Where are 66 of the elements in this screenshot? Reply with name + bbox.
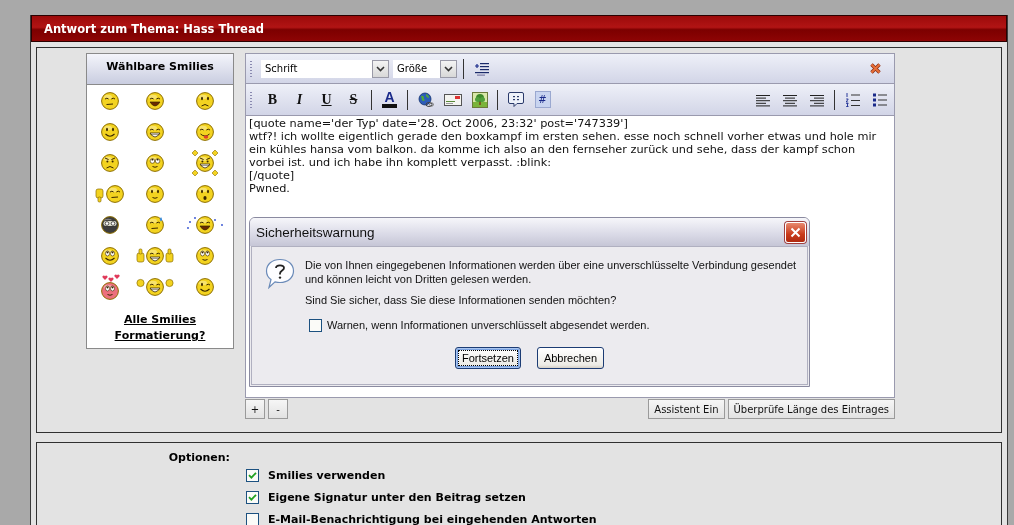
smiley-icon[interactable] [195,245,215,266]
image-icon [471,91,488,108]
bulleted-list-icon [871,91,888,108]
confirmation-question: Sind Sie sicher, dass Sie diese Informationen senden möchten? [305,293,618,307]
resize-button[interactable]: - [268,399,288,419]
checkbox[interactable] [309,318,322,332]
font-select[interactable]: Schrift [261,59,389,78]
options-heading: Optionen: [167,450,230,466]
numbered-list-icon [844,91,861,108]
header-title: Antwort zum Thema: Hass Thread [44,21,264,36]
sweating-smiley-icon[interactable] [144,214,165,235]
option-label[interactable]: E-Mail-Benachrichtigung bei eingehenden Antworten [268,512,597,525]
align-center-icon [781,92,798,107]
close-icon [790,226,801,238]
laughing-smiley-icon[interactable] [144,90,165,111]
dialog-close-button[interactable] [785,221,806,243]
indent-icon [473,61,490,76]
chevron-down-icon [444,65,453,72]
smiley-icon[interactable] [99,245,120,266]
thumbs-up-smiley-icon[interactable] [135,245,174,266]
grinning-smiley-icon[interactable] [144,121,165,142]
editor-button[interactable]: Assistent Ein [648,399,725,419]
envelope-icon [443,93,462,106]
smilies-link[interactable]: Alle Smilies [123,313,197,327]
dialog-title: Sicherheitswarnung [256,224,375,240]
checkbox-label[interactable]: Warnen, wenn Informationen unverschlüsselt abgesendet werden. [327,318,650,332]
smiley-icon[interactable] [99,121,120,142]
panel-title: Wählbare Smilies [106,60,214,73]
sparkling-smiley-icon[interactable] [186,214,224,235]
speech-bubble-icon [507,91,524,108]
align-left-icon [754,92,771,107]
strikethrough-button[interactable]: S [342,88,365,111]
sad-smiley-icon[interactable] [195,90,215,111]
underline-button[interactable]: U [315,88,338,111]
eye-rolling-smiley-icon[interactable] [144,152,165,173]
globe-icon [417,91,434,108]
smilies-link[interactable]: Formatierung? [114,329,206,343]
align-right-icon [808,92,825,107]
checkbox[interactable] [246,512,259,525]
winking-smiley-icon[interactable] [195,276,215,297]
tongue-smiley-icon[interactable] [195,121,215,142]
chevron-down-icon [376,65,385,72]
spiky-smiley-icon[interactable] [192,149,218,176]
thumbs-down-smiley-icon[interactable] [94,183,125,204]
smiley-icon[interactable] [99,90,120,111]
question-bubble-icon [265,258,295,289]
cheering-smiley-icon[interactable] [135,276,174,297]
size-select[interactable]: Größe [393,59,457,78]
dialog-button[interactable]: Fortsetzen [454,347,521,369]
text-color-button[interactable]: A [378,88,401,111]
option-label[interactable]: Eigene Signatur unter den Beitrag setzen [268,490,526,504]
italic-button[interactable]: I [288,88,311,111]
bold-button[interactable]: B [261,88,284,111]
smiley-icon[interactable] [144,183,165,204]
option-label[interactable]: Smilies verwenden [268,468,386,482]
checkbox[interactable] [246,490,259,504]
surprised-smiley-icon[interactable] [195,183,215,204]
masked-smiley-icon[interactable] [99,214,120,235]
warning-message: Die von Ihnen eingegebenen Informationen werden über eine unverschlüsselte Verbindung gesendet und können leicht von Dritten gelesen werden. [305,258,798,286]
angry-smiley-icon[interactable] [99,152,120,173]
dialog-button[interactable]: Abbrechen [536,347,605,369]
resize-button[interactable]: + [245,399,265,419]
close-icon [870,63,881,74]
heart-smiley-icon[interactable] [99,272,120,301]
checkbox[interactable] [246,468,259,482]
editor-button[interactable]: Überprüfe Länge des Eintrages [727,399,895,419]
